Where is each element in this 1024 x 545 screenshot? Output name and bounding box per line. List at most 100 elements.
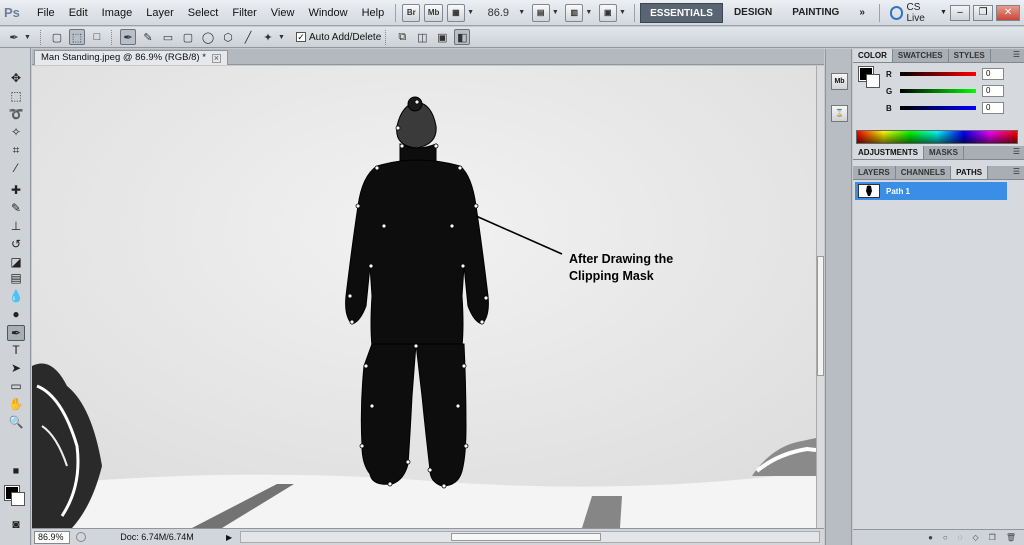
dodge-tool-icon[interactable]: ● <box>7 306 25 322</box>
default-colors-icon[interactable]: ◼ <box>7 462 25 478</box>
bridge-button[interactable]: Br <box>402 3 421 22</box>
red-slider[interactable] <box>900 72 976 76</box>
menu-select[interactable]: Select <box>181 0 226 26</box>
red-value-input[interactable]: 0 <box>982 68 1004 80</box>
stroke-path-icon[interactable]: ○ <box>943 533 948 542</box>
shape-layers-icon[interactable]: ▢ <box>49 29 65 45</box>
vertical-scrollbar[interactable] <box>816 66 824 528</box>
tab-channels[interactable]: CHANNELS <box>896 166 952 179</box>
screen-mode-icon[interactable]: ▣ <box>598 3 617 22</box>
gradient-tool-icon[interactable]: ▤ <box>7 270 25 286</box>
menu-help[interactable]: Help <box>355 0 392 26</box>
close-icon[interactable]: × <box>211 53 221 63</box>
fill-path-icon[interactable]: ● <box>928 533 933 542</box>
view-extras-icon[interactable]: ▤ <box>531 3 550 22</box>
chevron-down-icon[interactable]: ▼ <box>619 9 626 16</box>
tab-color[interactable]: COLOR <box>853 49 893 62</box>
custom-shape-icon[interactable]: ✦ <box>260 29 276 45</box>
minimize-button[interactable]: – <box>949 4 971 21</box>
eraser-icon[interactable]: ◪ <box>7 254 25 270</box>
fill-pixels-icon[interactable]: □ <box>89 29 105 45</box>
rounded-rectangle-icon[interactable]: ▢ <box>180 29 196 45</box>
path-item[interactable]: Path 1 <box>855 182 1007 200</box>
zoom-field[interactable]: 86.9% <box>34 530 70 544</box>
chevron-right-icon[interactable]: ▶ <box>226 533 232 542</box>
auto-add-delete-checkbox[interactable]: ✓ Auto Add/Delete <box>296 32 381 43</box>
chevron-down-icon[interactable]: ▼ <box>552 9 559 16</box>
rectangle-icon[interactable]: ▭ <box>160 29 176 45</box>
crop-tool-icon[interactable]: ⌗ <box>7 142 25 158</box>
panel-menu-icon[interactable]: ☰ <box>1013 147 1020 156</box>
menu-filter[interactable]: Filter <box>225 0 263 26</box>
type-tool-icon[interactable]: T <box>7 342 25 358</box>
lasso-tool-icon[interactable]: ➰ <box>7 106 25 122</box>
history-brush-icon[interactable]: ↺ <box>7 236 25 252</box>
restore-button[interactable]: ❐ <box>973 4 994 21</box>
pen-icon[interactable]: ✒ <box>120 29 136 45</box>
scroll-thumb[interactable] <box>817 256 824 376</box>
load-selection-icon[interactable]: ◌ <box>958 533 963 542</box>
brush-tool-icon[interactable]: ✎ <box>7 200 25 216</box>
panel-menu-icon[interactable]: ☰ <box>1013 50 1020 59</box>
menu-edit[interactable]: Edit <box>62 0 95 26</box>
subtract-path-icon[interactable]: ◫ <box>414 29 430 45</box>
history-panel-icon[interactable]: ⌛ <box>831 105 848 122</box>
menu-window[interactable]: Window <box>301 0 354 26</box>
tab-paths[interactable]: PATHS <box>951 166 989 179</box>
hand-tool-icon[interactable]: ✋ <box>7 396 25 412</box>
quick-mask-icon[interactable]: ◙ <box>7 516 25 532</box>
tab-layers[interactable]: LAYERS <box>853 166 896 179</box>
eyedropper-icon[interactable]: ⁄ <box>7 160 25 176</box>
chevron-down-icon[interactable]: ▼ <box>585 9 592 16</box>
freeform-pen-icon[interactable]: ✎ <box>140 29 156 45</box>
document-canvas[interactable]: After Drawing the Clipping Mask <box>32 66 816 528</box>
background-color-swatch[interactable] <box>866 74 880 88</box>
ellipse-icon[interactable]: ◯ <box>200 29 216 45</box>
marquee-tool-icon[interactable]: ⬚ <box>7 88 25 104</box>
green-slider[interactable] <box>900 89 976 93</box>
chevron-down-icon[interactable]: ▼ <box>518 9 525 16</box>
trash-icon[interactable]: 🗑 <box>1006 533 1016 542</box>
line-icon[interactable]: ╱ <box>240 29 256 45</box>
status-icon[interactable] <box>76 532 86 542</box>
make-work-path-icon[interactable]: ◇ <box>973 533 979 542</box>
polygon-icon[interactable]: ⬡ <box>220 29 236 45</box>
quick-selection-icon[interactable]: ✧ <box>7 124 25 140</box>
tab-masks[interactable]: MASKS <box>924 146 964 159</box>
tab-styles[interactable]: STYLES <box>949 49 991 62</box>
blur-tool-icon[interactable]: 💧 <box>7 288 25 304</box>
zoom-tool-icon[interactable]: 🔍 <box>7 414 25 430</box>
rectangle-tool-icon[interactable]: ▭ <box>7 378 25 394</box>
extras-icon[interactable]: ▦ <box>446 3 466 22</box>
pen-tool-preset-icon[interactable]: ✒ <box>6 29 22 45</box>
blue-slider[interactable] <box>900 106 976 110</box>
color-spectrum[interactable] <box>856 130 1018 144</box>
panel-menu-icon[interactable]: ☰ <box>1013 167 1020 176</box>
menu-image[interactable]: Image <box>95 0 140 26</box>
blue-value-input[interactable]: 0 <box>982 102 1004 114</box>
exclude-path-icon[interactable]: ◧ <box>454 29 471 45</box>
workspace-design[interactable]: DESIGN <box>725 3 781 23</box>
menu-layer[interactable]: Layer <box>139 0 181 26</box>
menu-view[interactable]: View <box>264 0 302 26</box>
tab-swatches[interactable]: SWATCHES <box>893 49 949 62</box>
clone-stamp-icon[interactable]: ⊥ <box>7 218 25 234</box>
green-value-input[interactable]: 0 <box>982 85 1004 97</box>
add-to-path-icon[interactable]: ⧉ <box>394 29 410 45</box>
scroll-thumb[interactable] <box>451 533 602 541</box>
minibridge-button[interactable]: Mb <box>424 3 443 22</box>
new-path-icon[interactable]: ❐ <box>989 533 996 542</box>
chevron-down-icon[interactable]: ▼ <box>278 34 286 41</box>
workspace-more[interactable]: » <box>850 3 874 23</box>
background-color-swatch[interactable] <box>11 492 25 506</box>
minibridge-panel-button[interactable]: Mb <box>831 73 848 90</box>
horizontal-scrollbar[interactable] <box>240 531 820 543</box>
close-button[interactable]: ✕ <box>996 4 1020 21</box>
document-tab[interactable]: Man Standing.jpeg @ 86.9% (RGB/8) * × <box>34 50 228 65</box>
pen-tool-icon[interactable]: ✒ <box>7 325 25 341</box>
healing-brush-icon[interactable]: ✚ <box>7 182 25 198</box>
arrange-documents-icon[interactable]: ▥ <box>565 3 584 22</box>
move-tool-icon[interactable]: ✥ <box>7 70 25 86</box>
workspace-painting[interactable]: PAINTING <box>783 3 848 23</box>
workspace-essentials[interactable]: ESSENTIALS <box>640 2 723 23</box>
